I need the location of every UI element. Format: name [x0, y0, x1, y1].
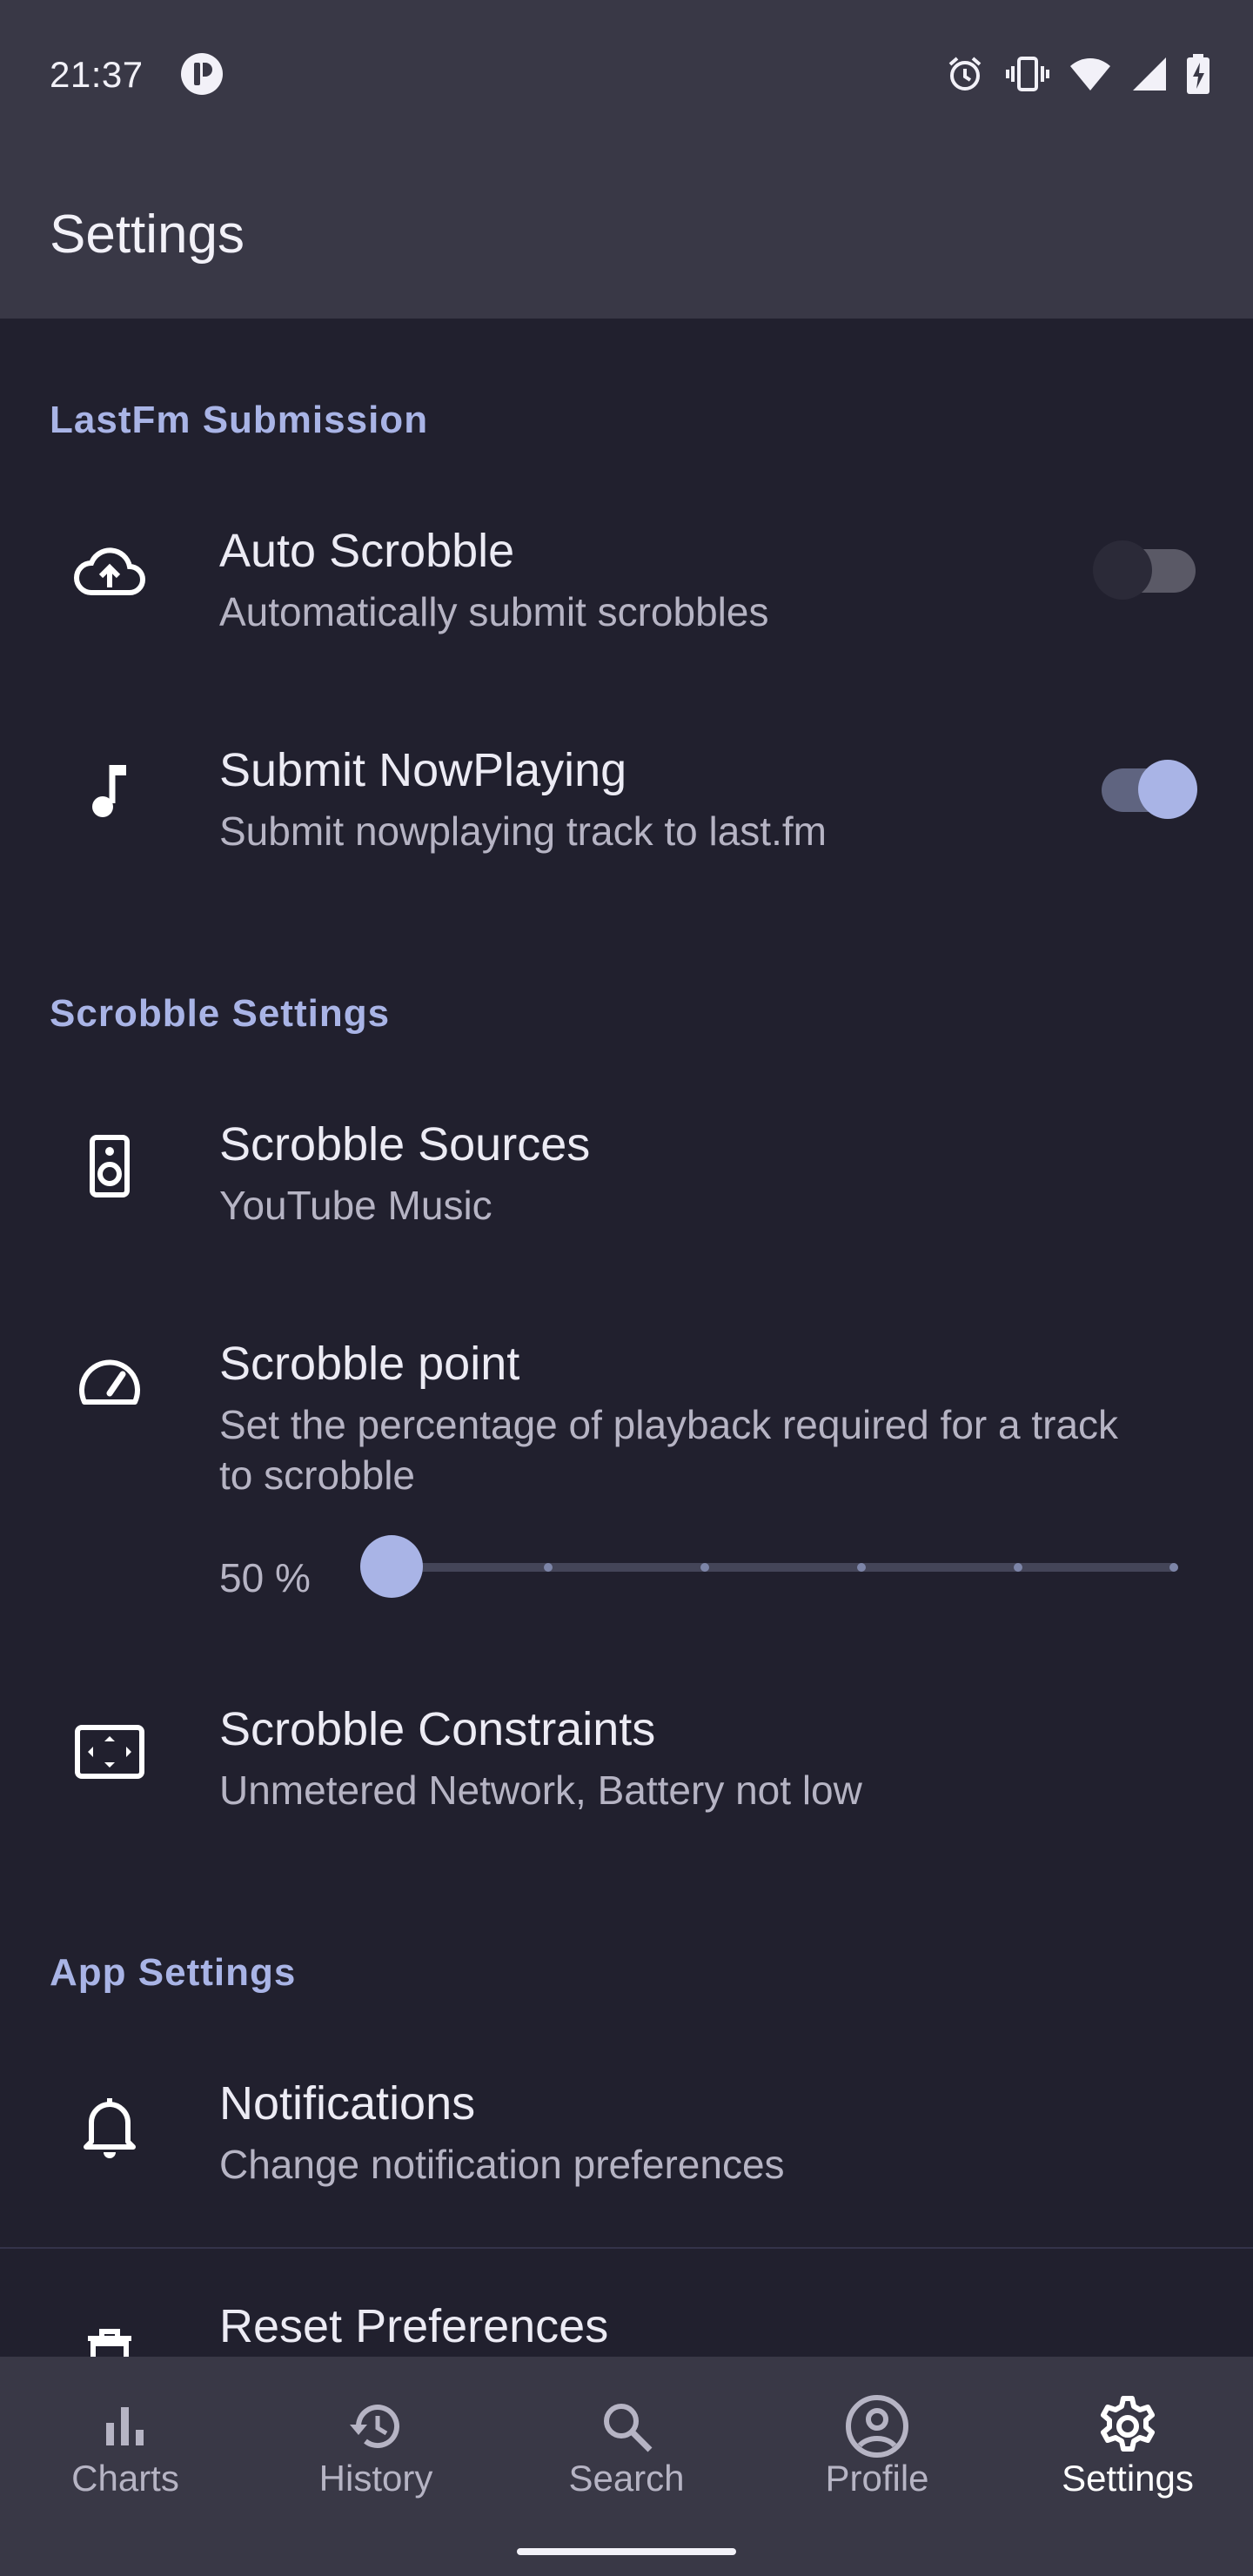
scrobble-point-slider[interactable] [358, 1532, 1185, 1601]
pref-submit-nowplaying[interactable]: Submit NowPlaying Submit nowplaying trac… [0, 743, 1253, 874]
pref-title: Reset Preferences [219, 2300, 609, 2352]
vibrate-icon [1006, 57, 1049, 91]
bottom-navigation: Charts History Search Profile Settings [0, 2357, 1253, 2576]
divider [0, 2247, 1253, 2249]
pref-summary: Set the percentage of playback required … [219, 1402, 1119, 1498]
wifi-icon [1070, 58, 1110, 91]
section-header-app: App Settings [50, 1951, 297, 1994]
battery-charging-icon [1187, 54, 1209, 94]
nav-settings[interactable]: Settings [1002, 2357, 1253, 2531]
nav-label: Settings [1062, 2458, 1194, 2499]
nav-label: Profile [825, 2458, 929, 2499]
nav-label: History [318, 2458, 433, 2499]
pref-summary: Unmetered Network, Battery not low [219, 1768, 862, 1813]
pref-summary: YouTube Music [219, 1183, 492, 1228]
nav-history[interactable]: History [251, 2357, 501, 2531]
slider-track [392, 1563, 1178, 1572]
nav-search[interactable]: Search [501, 2357, 752, 2531]
pref-scrobble-constraints[interactable]: Scrobble Constraints Unmetered Network, … [0, 1702, 1253, 1833]
pref-summary: Change notification preferences [219, 2142, 785, 2187]
app-notification-icon [181, 53, 223, 95]
account-circle-icon [842, 2392, 912, 2461]
nav-profile[interactable]: Profile [752, 2357, 1002, 2531]
cloud-upload-icon [68, 531, 151, 614]
nav-label: Charts [71, 2458, 179, 2499]
slider-thumb[interactable] [360, 1535, 423, 1598]
speedometer-icon [68, 1344, 151, 1427]
delete-icon [68, 2317, 151, 2357]
slider-tick [1169, 1563, 1178, 1572]
search-icon [592, 2392, 661, 2461]
status-icons [943, 52, 1211, 96]
pref-title: Submit NowPlaying [219, 744, 627, 796]
pref-summary: Submit nowplaying track to last.fm [219, 808, 827, 854]
pref-scrobble-sources[interactable]: Scrobble Sources YouTube Music [0, 1117, 1253, 1248]
slider-tick [1014, 1563, 1022, 1572]
pref-summary: Automatically submit scrobbles [219, 589, 769, 634]
speaker-icon [68, 1124, 151, 1208]
page-title: Settings [50, 205, 245, 265]
auto-scrobble-switch[interactable] [1093, 534, 1197, 600]
gear-icon [1093, 2392, 1163, 2461]
home-indicator[interactable] [517, 2548, 736, 2555]
settings-list[interactable]: LastFm Submission Auto Scrobble Automati… [0, 319, 1253, 2357]
pref-title: Scrobble Sources [219, 1118, 591, 1171]
slider-tick [700, 1563, 709, 1572]
submit-nowplaying-switch[interactable] [1093, 754, 1197, 819]
nav-label: Search [568, 2458, 685, 2499]
section-header-scrobble: Scrobble Settings [50, 992, 391, 1035]
pref-reset-preferences[interactable]: Reset Preferences [0, 2299, 1253, 2357]
history-icon [341, 2392, 411, 2461]
pref-auto-scrobble[interactable]: Auto Scrobble Automatically submit scrob… [0, 524, 1253, 654]
pref-scrobble-point[interactable]: Scrobble point Set the percentage of pla… [0, 1337, 1253, 1650]
status-time: 21:37 [50, 54, 144, 95]
fit-screen-icon [68, 1709, 151, 1793]
bell-icon [68, 2083, 151, 2167]
pref-title: Scrobble Constraints [219, 1703, 656, 1755]
alarm-icon [948, 57, 982, 91]
section-header-lastfm: LastFm Submission [50, 399, 429, 441]
pref-title: Scrobble point [219, 1338, 520, 1390]
status-bar: 21:37 [0, 0, 1253, 148]
music-note-icon [68, 750, 151, 834]
nav-charts[interactable]: Charts [0, 2357, 251, 2531]
slider-tick [544, 1563, 553, 1572]
pref-title: Notifications [219, 2077, 476, 2130]
slider-tick [857, 1563, 866, 1572]
signal-icon [1133, 57, 1166, 91]
scrobble-point-value: 50 % [219, 1555, 311, 1600]
bar-chart-icon [90, 2392, 160, 2461]
app-bar: Settings [0, 148, 1253, 319]
pref-notifications[interactable]: Notifications Change notification prefer… [0, 2076, 1253, 2207]
pref-title: Auto Scrobble [219, 525, 515, 577]
